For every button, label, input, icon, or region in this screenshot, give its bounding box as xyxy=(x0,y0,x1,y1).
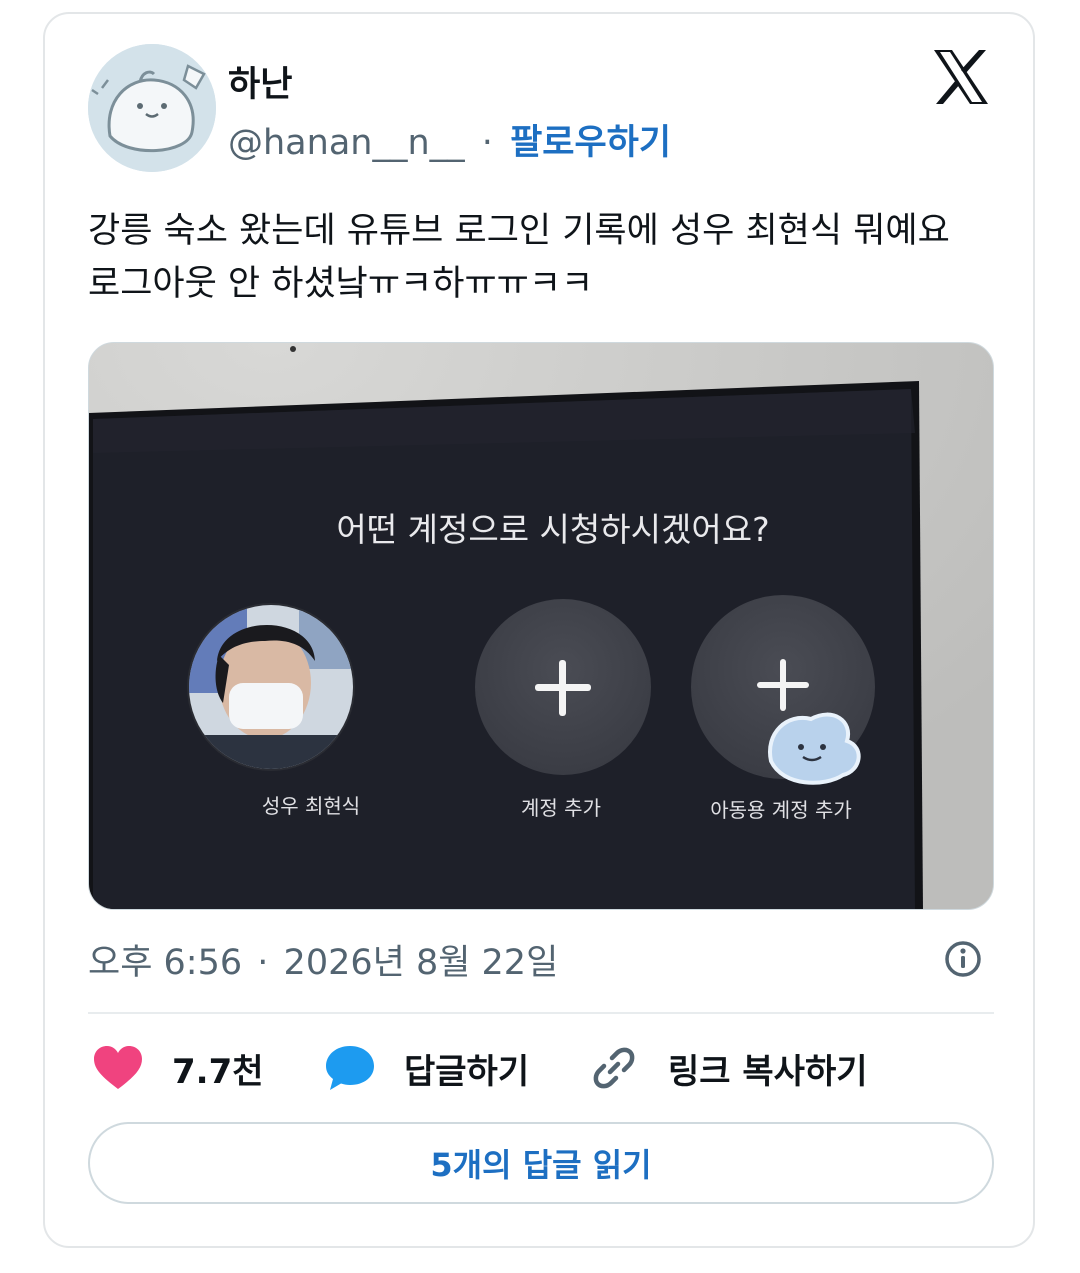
reply-label: 답글하기 xyxy=(404,1051,530,1092)
follow-button[interactable]: 팔로우하기 xyxy=(510,123,671,163)
author-handle[interactable]: @hanan__n__ xyxy=(228,123,465,163)
copy-link-button[interactable]: 링크 복사하기 xyxy=(590,1040,868,1096)
tweet-media-photo[interactable]: 어떤 계정으로 시청하시겠어요? 성우 최현식 계정 추가 아동용 계정 추가 xyxy=(88,342,994,910)
speech-bubble-icon xyxy=(326,1046,374,1090)
handle-separator: · xyxy=(481,123,493,163)
read-replies-button[interactable]: 5개의 답글 읽기 xyxy=(88,1122,994,1204)
profile-label: 계정 추가 xyxy=(521,796,601,820)
kids-mascot-icon xyxy=(768,712,861,785)
tweet-date: 2026년 8월 22일 xyxy=(283,943,559,983)
info-icon[interactable] xyxy=(944,940,982,978)
reply-button[interactable]: 답글하기 xyxy=(324,1040,529,1096)
tv-prompt: 어떤 계정으로 시청하시겠어요? xyxy=(336,510,769,549)
tweet-text: 강릉 숙소 왔는데 유튜브 로그인 기록에 성우 최현식 뭐예요 로그아웃 안 … xyxy=(88,205,998,311)
link-icon xyxy=(593,1047,635,1089)
heart-icon xyxy=(94,1046,142,1089)
profile-label: 아동용 계정 추가 xyxy=(710,798,852,822)
divider xyxy=(88,1012,994,1014)
x-logo-icon[interactable] xyxy=(930,46,992,108)
profile-label: 성우 최현식 xyxy=(262,794,360,818)
avatar-illustration xyxy=(88,44,216,172)
like-count: 7.7천 xyxy=(172,1051,264,1092)
author-avatar[interactable] xyxy=(88,44,216,172)
like-button[interactable]: 7.7천 xyxy=(92,1040,264,1096)
copy-link-label: 링크 복사하기 xyxy=(668,1051,868,1092)
author-display-name[interactable]: 하난 xyxy=(228,56,292,107)
timestamp-separator: · xyxy=(257,943,269,983)
author-handle-row: @hanan__n__ · 팔로우하기 xyxy=(228,114,671,165)
tweet-text-line: 강릉 숙소 왔는데 유튜브 로그인 기록에 성우 최현식 뭐예요 xyxy=(88,211,950,251)
tweet-time: 오후 6:56 xyxy=(88,943,243,983)
tweet-text-line: 로그아웃 안 하셨낰ㅠㅋ하ㅠㅠㅋㅋ xyxy=(88,264,594,304)
tv-photo: 어떤 계정으로 시청하시겠어요? 성우 최현식 계정 추가 아동용 계정 추가 xyxy=(89,343,993,909)
tweet-timestamp[interactable]: 오후 6:56 · 2026년 8월 22일 xyxy=(88,934,558,985)
